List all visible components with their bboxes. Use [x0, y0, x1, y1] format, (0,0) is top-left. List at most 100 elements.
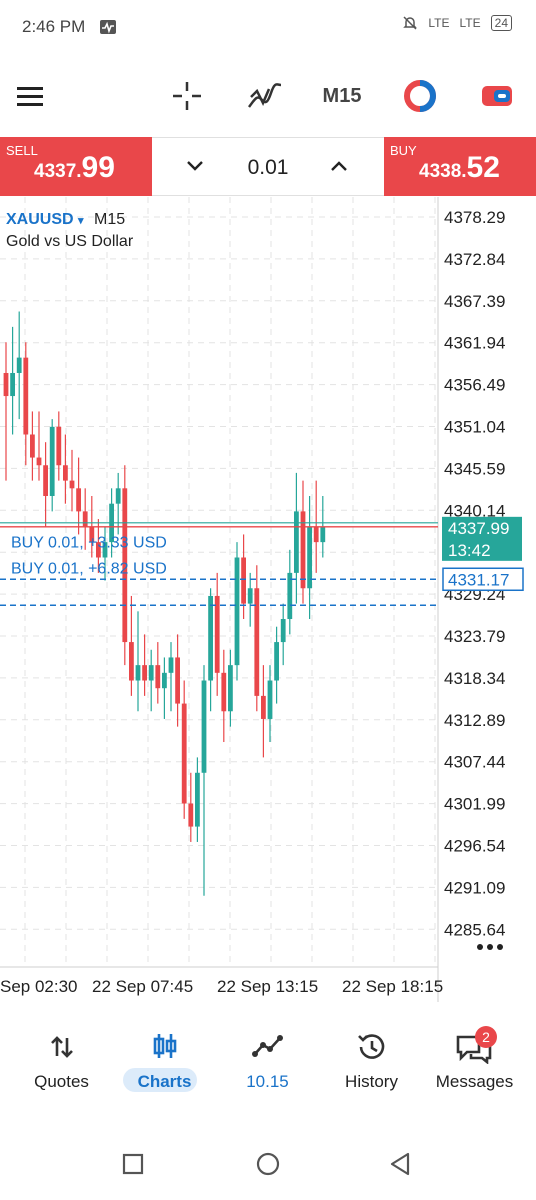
price-axis-label: 4372.84 [444, 250, 505, 269]
history-icon [358, 1034, 385, 1059]
buy-label: BUY [390, 143, 417, 158]
price-axis-label: 4361.94 [444, 334, 505, 353]
candle-body [115, 488, 121, 504]
crosshair-icon [173, 82, 201, 110]
network-indicator-2: LTE [459, 16, 481, 30]
status-bar: 2:46 PM LTE LTE 24 [0, 0, 536, 56]
position-price-tag-text: 4331.17 [448, 570, 509, 589]
candle-body [254, 588, 260, 696]
candle-body [10, 372, 15, 397]
candle-body [214, 595, 220, 673]
price-axis-label: 4301.99 [444, 795, 505, 814]
network-indicator: LTE [428, 16, 450, 30]
status-time: 2:46 PM [22, 17, 86, 36]
candle-body [208, 595, 213, 681]
candle-body [63, 465, 68, 481]
indicators-button[interactable] [245, 78, 285, 114]
sell-price-small: 4337. [34, 161, 82, 182]
tab-trade-label: 10.15 [246, 1072, 289, 1091]
sell-button[interactable]: SELL 4337.99 [0, 137, 152, 196]
candle-body [267, 680, 273, 719]
candle-body [247, 588, 253, 604]
buy-price: 4338.52 [419, 151, 500, 185]
price-axis-label: 4367.39 [444, 292, 505, 311]
time-axis-label: 22 Sep 18:15 [342, 977, 443, 996]
price-axis-label: 4356.49 [444, 376, 505, 395]
charts-icon [153, 1034, 177, 1058]
candle-body [56, 426, 62, 466]
candle-body [43, 465, 48, 497]
price-axis-label: 4345.59 [444, 459, 505, 478]
price-axis-label: 4378.29 [444, 208, 505, 227]
candle-body [36, 457, 42, 466]
trade-panel: SELL 4337.99 0.01 BUY 4338.52 [0, 137, 536, 196]
candle-body [175, 657, 180, 704]
candle-body [135, 665, 141, 681]
more-options-icon [477, 944, 483, 950]
hamburger-menu-icon [17, 87, 43, 106]
candle-body [69, 480, 75, 489]
candle-body [228, 665, 233, 712]
position-label: BUY 0.01, +3.33 USD [11, 534, 167, 551]
buy-button[interactable]: BUY 4338.52 [384, 137, 536, 196]
symbol-timeframe: M15 [94, 211, 126, 228]
price-axis-label: 4307.44 [444, 753, 505, 772]
more-options-icon [497, 944, 503, 950]
candle-body [234, 557, 240, 666]
candle-body [49, 426, 55, 497]
chart-canvas[interactable]: 4378.29 4372.84 4367.39 4361.94 4356.49 4351.… [0, 197, 536, 1002]
lot-value[interactable]: 0.01 [152, 156, 384, 180]
lot-selector: 0.01 [152, 137, 384, 196]
candle-body [155, 665, 161, 689]
crosshair-button[interactable] [169, 78, 205, 114]
chart-toolbar: M15 [0, 62, 536, 130]
candle-body [188, 803, 194, 827]
bottom-navigation: Quotes Charts 10.15 History 2 Messages [0, 1010, 536, 1110]
price-axis-label: 4296.54 [444, 837, 505, 856]
tab-history-label: History [345, 1072, 398, 1091]
indicators-icon [247, 83, 282, 108]
candle-body [241, 557, 246, 604]
price-chart[interactable]: 4378.29 4372.84 4367.39 4361.94 4356.49 4351.… [0, 197, 536, 1002]
bid-price-tag-text: 4337.99 [448, 519, 509, 538]
candle-body [280, 619, 286, 643]
chevron-up-icon[interactable] [330, 159, 348, 173]
system-navigation-bar [0, 1130, 536, 1200]
buy-price-small: 4338. [419, 161, 467, 182]
symbol-name[interactable]: XAUUSD ▾ [6, 211, 84, 229]
candle-body [168, 657, 174, 673]
price-axis-label: 4323.79 [444, 627, 505, 646]
bar-timer-text: 13:42 [448, 541, 491, 560]
candle-body [148, 665, 154, 681]
candle-body [76, 488, 81, 512]
chart-type-button[interactable] [401, 78, 439, 114]
position-label: BUY 0.01, +6.82 USD [11, 560, 167, 577]
candle-body [181, 703, 187, 804]
battery-icon: 24 [490, 15, 512, 31]
recent-apps-icon[interactable] [122, 1153, 144, 1175]
trade-icon [252, 1035, 283, 1057]
one-click-trading-icon [482, 86, 512, 106]
one-click-trading-button[interactable] [478, 78, 516, 114]
home-icon[interactable] [256, 1152, 280, 1176]
price-axis-label: 4318.34 [444, 669, 505, 688]
mute-bell-icon [403, 16, 418, 30]
candle-body [320, 526, 326, 543]
price-axis-label: 4285.64 [444, 920, 505, 939]
activity-icon [100, 20, 116, 34]
candle-body [221, 672, 227, 712]
timeframe-button[interactable]: M15 [318, 78, 366, 114]
candle-body [274, 642, 279, 681]
chart-type-icon [404, 80, 436, 112]
time-axis-label: 22 Sep 13:15 [217, 977, 318, 996]
candle-body [313, 526, 319, 543]
candle-body [30, 434, 35, 458]
back-icon[interactable] [389, 1152, 411, 1176]
price-axis-label: 4312.89 [444, 711, 505, 730]
candle-body [82, 511, 88, 527]
candle-body [23, 357, 29, 435]
symbol-description: Gold vs US Dollar [6, 233, 134, 250]
tab-quotes-label: Quotes [34, 1072, 89, 1091]
menu-button[interactable] [12, 78, 48, 114]
timeframe-label: M15 [322, 84, 362, 107]
